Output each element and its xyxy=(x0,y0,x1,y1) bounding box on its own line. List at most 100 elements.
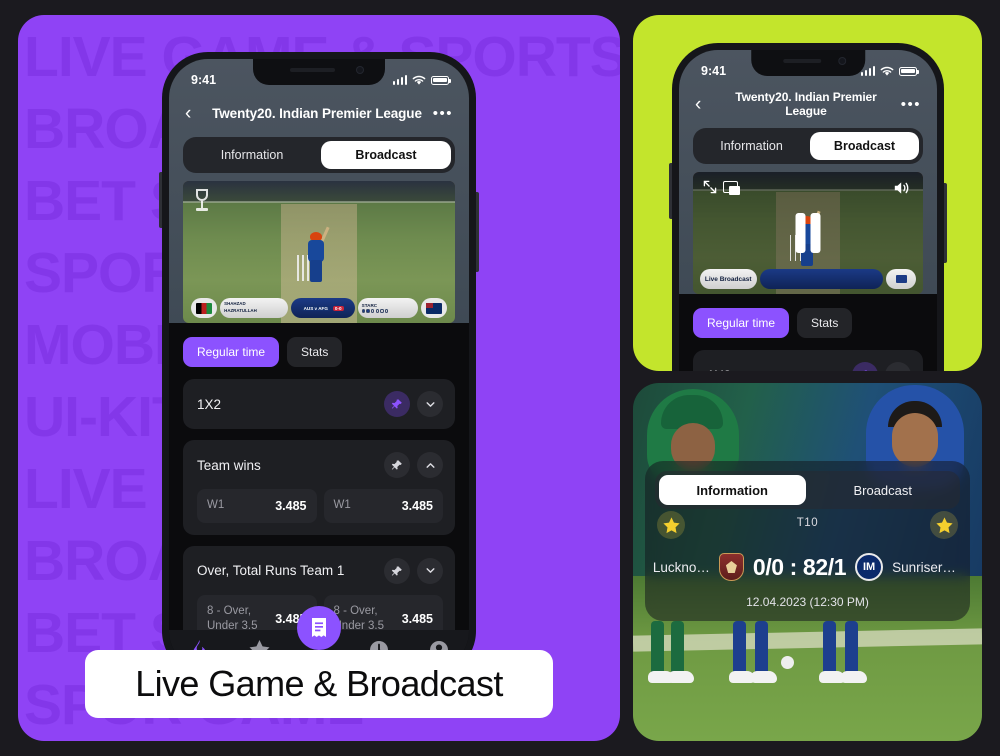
broadcast-scoreboard-overlay: SHAHZAD HAZRATULLAH AUS v AFG 0-0 STARC xyxy=(191,298,447,318)
filter-chip-row: Regular time Stats xyxy=(679,294,937,338)
chip-stats[interactable]: Stats xyxy=(797,308,853,338)
match-card-panel: Information Broadcast T10 Luckno… 0/0 : … xyxy=(633,383,982,741)
bet-group-title: Over, Total Runs Team 1 xyxy=(197,563,345,579)
battery-icon xyxy=(899,66,919,76)
status-bar-indicators xyxy=(392,75,451,86)
favorite-right-button[interactable] xyxy=(930,511,958,539)
match-datetime: 12.04.2023 (12:30 PM) xyxy=(746,595,869,609)
bet-group-header[interactable]: Over, Total Runs Team 1 xyxy=(197,557,443,584)
live-broadcast-bar: Live Broadcast xyxy=(699,269,917,289)
expand-arrows-icon[interactable] xyxy=(703,180,717,194)
app-header: 9:41 ‹ Twenty20. Indian Premier League •… xyxy=(679,50,937,294)
speaker-volume-icon[interactable] xyxy=(893,180,911,196)
screenshot-stage: LIVE GAME & SPORTS BE BROA LE APP BET S … xyxy=(0,0,1000,756)
bet-group-title: 1X2 xyxy=(707,368,731,372)
receipt-icon xyxy=(312,618,326,637)
lucknow-crest-icon xyxy=(718,553,744,581)
back-button[interactable]: ‹ xyxy=(695,95,713,114)
app-navbar: ‹ Twenty20. Indian Premier League ••• xyxy=(679,86,937,122)
more-options-button[interactable]: ••• xyxy=(899,96,921,113)
chevron-down-icon[interactable] xyxy=(417,391,443,417)
status-bar-time: 9:41 xyxy=(701,64,727,78)
green-showcase-panel: 9:41 ‹ Twenty20. Indian Premier League •… xyxy=(633,15,982,371)
front-camera-icon xyxy=(838,57,847,65)
tab-broadcast[interactable]: Broadcast xyxy=(321,141,451,169)
pin-icon[interactable] xyxy=(384,452,410,478)
bet-group-actions xyxy=(852,362,911,371)
phone-main: 9:41 ‹ Twenty20. Indian Premier League •… xyxy=(159,52,479,677)
chip-regular-time[interactable]: Regular time xyxy=(693,308,790,338)
bet-group-title: 1X2 xyxy=(197,396,222,412)
pause-icon[interactable] xyxy=(795,213,821,253)
sunrisers-crest-icon: IM xyxy=(855,553,884,581)
app-header: 9:41 ‹ Twenty20. Indian Premier League •… xyxy=(169,59,469,323)
tab-information[interactable]: Information xyxy=(187,141,317,169)
wifi-icon xyxy=(880,66,894,76)
status-bar-indicators xyxy=(860,66,919,77)
bet-group-header[interactable]: 1X2 xyxy=(707,362,911,371)
odd-value: 3.485 xyxy=(401,612,433,627)
phone-main-screen: 9:41 ‹ Twenty20. Indian Premier League •… xyxy=(169,59,469,670)
bet-group-1x2: 1X2 xyxy=(183,379,455,429)
bet-group-header[interactable]: 1X2 xyxy=(197,391,443,417)
tab-broadcast[interactable]: Broadcast xyxy=(810,132,919,160)
match-format-label: T10 xyxy=(796,517,819,529)
pin-icon[interactable] xyxy=(852,362,878,371)
wifi-icon xyxy=(412,75,426,85)
speaker-grille-icon xyxy=(783,59,822,63)
odd-value: 3.485 xyxy=(275,498,307,513)
favorite-left-button[interactable] xyxy=(657,511,685,539)
picture-in-picture-icon[interactable] xyxy=(723,181,740,195)
cellular-bars-icon xyxy=(392,75,407,85)
cricket-world-cup-trophy-icon xyxy=(193,189,211,213)
speaker-grille-icon xyxy=(289,68,335,72)
purple-showcase-panel: LIVE GAME & SPORTS BE BROA LE APP BET S … xyxy=(18,15,620,741)
betslip-fab-button[interactable] xyxy=(297,606,341,650)
back-button[interactable]: ‹ xyxy=(185,104,203,123)
star-icon xyxy=(935,516,953,533)
team-right-flag-icon xyxy=(420,298,447,318)
caption-text: Live Game & Broadcast xyxy=(135,663,503,704)
batting-players: SHAHZAD HAZRATULLAH xyxy=(220,298,288,318)
live-video-player[interactable]: SHAHZAD HAZRATULLAH AUS v AFG 0-0 STARC xyxy=(183,181,455,323)
front-camera-icon xyxy=(355,66,364,74)
notch xyxy=(751,50,865,76)
chip-stats[interactable]: Stats xyxy=(287,337,343,367)
video-controls-overlay: Live Broadcast xyxy=(693,172,923,294)
phone-broadcast: 9:41 ‹ Twenty20. Indian Premier League •… xyxy=(669,43,947,371)
bet-group-actions xyxy=(384,391,443,417)
pin-icon[interactable] xyxy=(384,391,410,417)
odd-button[interactable]: W1 3.485 xyxy=(323,489,443,523)
phone-broadcast-screen: 9:41 ‹ Twenty20. Indian Premier League •… xyxy=(679,50,937,371)
tab-segmented-control: Information Broadcast xyxy=(183,137,455,173)
over-balls-indicator xyxy=(361,309,389,313)
more-options-button[interactable]: ••• xyxy=(431,105,453,122)
filter-chip-row: Regular time Stats xyxy=(169,323,469,367)
battery-icon xyxy=(431,75,451,85)
team-left-flag-icon xyxy=(191,298,218,318)
match-score-pill: AUS v AFG 0-0 xyxy=(290,298,355,318)
chip-regular-time[interactable]: Regular time xyxy=(183,337,280,367)
odd-label: W1 xyxy=(333,499,351,511)
odd-value: 3.485 xyxy=(401,498,433,513)
live-broadcast-label: Live Broadcast xyxy=(699,269,757,289)
tab-broadcast[interactable]: Broadcast xyxy=(810,475,957,505)
live-video-player[interactable]: Live Broadcast xyxy=(693,172,923,294)
tab-information[interactable]: Information xyxy=(659,475,806,505)
cast-screen-icon[interactable] xyxy=(886,269,917,289)
batsman-figure xyxy=(308,226,330,284)
chevron-up-icon[interactable] xyxy=(417,452,443,478)
match-tag: AUS v AFG xyxy=(301,305,330,311)
chevron-down-icon[interactable] xyxy=(417,557,443,584)
match-info-glass-card: Information Broadcast T10 Luckno… 0/0 : … xyxy=(645,461,970,621)
match-score: 0-0 xyxy=(332,305,344,311)
pin-icon[interactable] xyxy=(384,557,410,584)
chevron-down-icon[interactable] xyxy=(885,362,911,371)
tab-information[interactable]: Information xyxy=(697,132,806,160)
odd-button[interactable]: W1 3.485 xyxy=(197,489,317,523)
bet-group-header[interactable]: Team wins xyxy=(197,452,443,478)
page-title: Twenty20. Indian Premier League xyxy=(735,90,877,118)
bet-group-title: Team wins xyxy=(197,457,261,473)
match-score: 0/0 : 82/1 xyxy=(752,553,847,580)
bet-group-1x2: 1X2 xyxy=(693,350,923,371)
